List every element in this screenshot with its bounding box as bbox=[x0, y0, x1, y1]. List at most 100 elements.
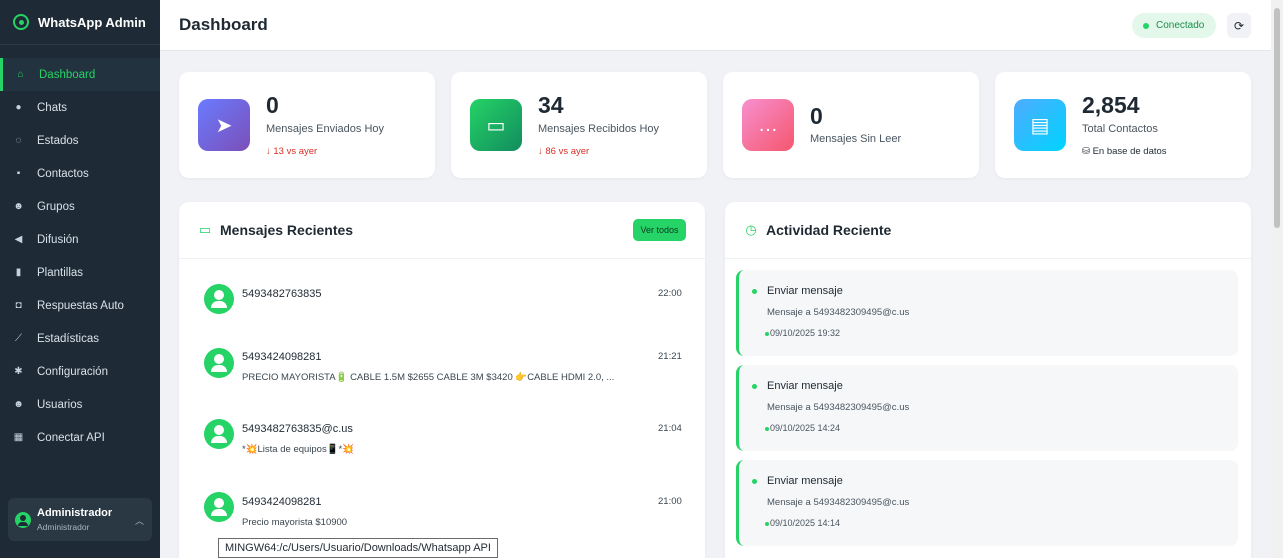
sidebar-item-estados[interactable]: ◌ Estados bbox=[0, 124, 160, 157]
circle-notch-icon: ◌ bbox=[15, 135, 22, 146]
message-time: 21:04 bbox=[658, 423, 682, 434]
stat-value: 2,854 bbox=[1082, 92, 1140, 118]
user-role: Administrador bbox=[37, 522, 90, 532]
activity-title: Enviar mensaje bbox=[767, 380, 843, 392]
message-row[interactable]: 5493424098281 Precio mayorista $10900 21… bbox=[179, 483, 705, 543]
user-menu[interactable]: Administrador Administrador ︿ bbox=[8, 498, 152, 541]
activity-time-text: 09/10/2025 14:24 bbox=[770, 423, 841, 433]
home-icon: ⌂ bbox=[17, 69, 24, 80]
activity-title: Enviar mensaje bbox=[767, 475, 843, 487]
message-row[interactable]: 5493482763835 22:00 bbox=[179, 275, 705, 335]
recent-activity-panel: ◷ Actividad Reciente Enviar mensaje Mens… bbox=[725, 202, 1251, 558]
sidebar-item-chats[interactable]: ● Chats bbox=[0, 91, 160, 124]
activity-time: 09/10/2025 14:24 bbox=[765, 423, 840, 433]
user-name: Administrador bbox=[37, 507, 113, 519]
scrollbar-thumb[interactable] bbox=[1274, 8, 1280, 228]
activity-item: Enviar mensaje Mensaje a 5493482309495@c… bbox=[736, 270, 1238, 356]
message-preview: *💥Lista de equipos📱*💥 bbox=[242, 444, 355, 455]
sidebar-item-label: Plantillas bbox=[37, 266, 84, 279]
sidebar-item-label: Respuestas Auto bbox=[37, 299, 124, 312]
stat-card-received: ▭ 34 Mensajes Recibidos Hoy ↓ 86 vs ayer bbox=[451, 72, 707, 178]
activity-item: Enviar mensaje Mensaje a 5493482309495@c… bbox=[736, 365, 1238, 451]
paper-plane-icon: ➤ bbox=[198, 99, 250, 151]
contact-avatar-icon bbox=[204, 348, 234, 378]
sidebar-item-grupos[interactable]: ☻ Grupos bbox=[0, 190, 160, 223]
inbox-icon: ▭ bbox=[470, 99, 522, 151]
stat-value: 34 bbox=[538, 92, 564, 118]
recent-messages-panel: ▭ Mensajes Recientes Ver todos 549348276… bbox=[179, 202, 705, 558]
activity-time-text: 09/10/2025 14:14 bbox=[770, 518, 841, 528]
clock-icon: ◷ bbox=[745, 222, 757, 237]
sidebar-item-label: Difusión bbox=[37, 233, 79, 246]
chart-line-icon: ⟋ bbox=[15, 333, 22, 344]
message-time: 22:00 bbox=[658, 288, 682, 299]
activity-time: 09/10/2025 19:32 bbox=[765, 328, 840, 338]
sidebar-item-label: Configuración bbox=[37, 365, 108, 378]
panel-title: Mensajes Recientes bbox=[220, 222, 354, 238]
sidebar-item-label: Contactos bbox=[37, 167, 89, 180]
stat-card-contacts: ▤ 2,854 Total Contactos ⛁ En base de dat… bbox=[995, 72, 1251, 178]
sidebar-item-usuarios[interactable]: ☻ Usuarios bbox=[0, 388, 160, 421]
user-avatar-icon bbox=[15, 511, 31, 528]
comments-icon: ● bbox=[15, 102, 22, 113]
stat-card-sent: ➤ 0 Mensajes Enviados Hoy ↓ 13 vs ayer bbox=[179, 72, 435, 178]
sidebar-item-configuracion[interactable]: ✱ Configuración bbox=[0, 355, 160, 388]
stat-subtitle: ⛁ En base de datos bbox=[1082, 146, 1167, 157]
users-icon: ☻ bbox=[13, 201, 24, 212]
contact-avatar-icon bbox=[204, 419, 234, 449]
clock-small-icon bbox=[765, 521, 769, 526]
whatsapp-logo-icon bbox=[13, 14, 29, 30]
stat-trend: ↓ 86 vs ayer bbox=[538, 146, 590, 157]
comment-dots-icon: … bbox=[742, 99, 794, 151]
panel-title: Actividad Reciente bbox=[766, 222, 892, 238]
sidebar-item-plantillas[interactable]: ▮ Plantillas bbox=[0, 256, 160, 289]
robot-icon: ◘ bbox=[15, 300, 22, 311]
sidebar-item-label: Grupos bbox=[37, 200, 75, 213]
refresh-button[interactable]: ⟳ bbox=[1227, 13, 1251, 38]
activity-description: Mensaje a 5493482309495@c.us bbox=[767, 402, 910, 413]
brand[interactable]: WhatsApp Admin bbox=[0, 0, 160, 45]
panel-header: ▭ Mensajes Recientes Ver todos bbox=[179, 202, 705, 259]
file-icon: ▮ bbox=[15, 267, 22, 278]
page-scrollbar[interactable] bbox=[1271, 0, 1283, 558]
stat-trend: ↓ 13 vs ayer bbox=[266, 146, 318, 157]
connection-status-badge: Conectado bbox=[1132, 13, 1217, 38]
view-all-button[interactable]: Ver todos bbox=[633, 219, 686, 241]
sidebar: WhatsApp Admin ⌂ Dashboard ● Chats ◌ Estado… bbox=[0, 0, 160, 558]
sync-icon: ⟳ bbox=[1233, 18, 1245, 33]
clock-small-icon bbox=[765, 426, 769, 431]
sidebar-item-label: Estadísticas bbox=[37, 332, 99, 345]
contact-avatar-icon bbox=[204, 492, 234, 522]
sidebar-item-difusion[interactable]: ◀ Difusión bbox=[0, 223, 160, 256]
sidebar-item-conectar-api[interactable]: ▦ Conectar API bbox=[0, 421, 160, 454]
message-preview: Precio mayorista $10900 bbox=[242, 517, 348, 528]
sidebar-item-estadisticas[interactable]: ⟋ Estadísticas bbox=[0, 322, 160, 355]
qrcode-icon: ▦ bbox=[13, 432, 24, 443]
gear-icon: ✱ bbox=[14, 366, 23, 377]
message-sender: 5493482763835@c.us bbox=[242, 423, 353, 435]
stat-value: 0 bbox=[266, 92, 279, 118]
page-title: Dashboard bbox=[179, 15, 268, 34]
status-label: Conectado bbox=[1156, 20, 1205, 31]
sidebar-item-label: Chats bbox=[37, 101, 68, 114]
contact-avatar-icon bbox=[204, 284, 234, 314]
message-row[interactable]: 5493424098281 PRECIO MAYORISTA🔋 CABLE 1.… bbox=[179, 339, 705, 399]
activity-dot-icon bbox=[752, 384, 757, 389]
bullhorn-icon: ◀ bbox=[14, 234, 23, 245]
top-header: Dashboard Conectado ⟳ bbox=[160, 0, 1271, 51]
stat-label: Mensajes Sin Leer bbox=[810, 133, 902, 145]
message-preview: PRECIO MAYORISTA🔋 CABLE 1.5M $2655 CABLE… bbox=[242, 372, 615, 383]
message-row[interactable]: 5493482763835@c.us *💥Lista de equipos📱*💥… bbox=[179, 411, 705, 471]
message-time: 21:21 bbox=[658, 351, 682, 362]
sidebar-item-label: Conectar API bbox=[37, 431, 105, 444]
activity-title: Enviar mensaje bbox=[767, 285, 843, 297]
address-card-icon: ▤ bbox=[1014, 99, 1066, 151]
activity-time-text: 09/10/2025 19:32 bbox=[770, 328, 841, 338]
stat-card-unread: … 0 Mensajes Sin Leer bbox=[723, 72, 979, 178]
activity-dot-icon bbox=[752, 479, 757, 484]
sidebar-item-contactos[interactable]: ▪ Contactos bbox=[0, 157, 160, 190]
stat-label: Mensajes Enviados Hoy bbox=[266, 123, 385, 135]
sidebar-item-label: Estados bbox=[37, 134, 79, 147]
sidebar-item-respuestas-auto[interactable]: ◘ Respuestas Auto bbox=[0, 289, 160, 322]
sidebar-item-dashboard[interactable]: ⌂ Dashboard bbox=[0, 58, 160, 91]
